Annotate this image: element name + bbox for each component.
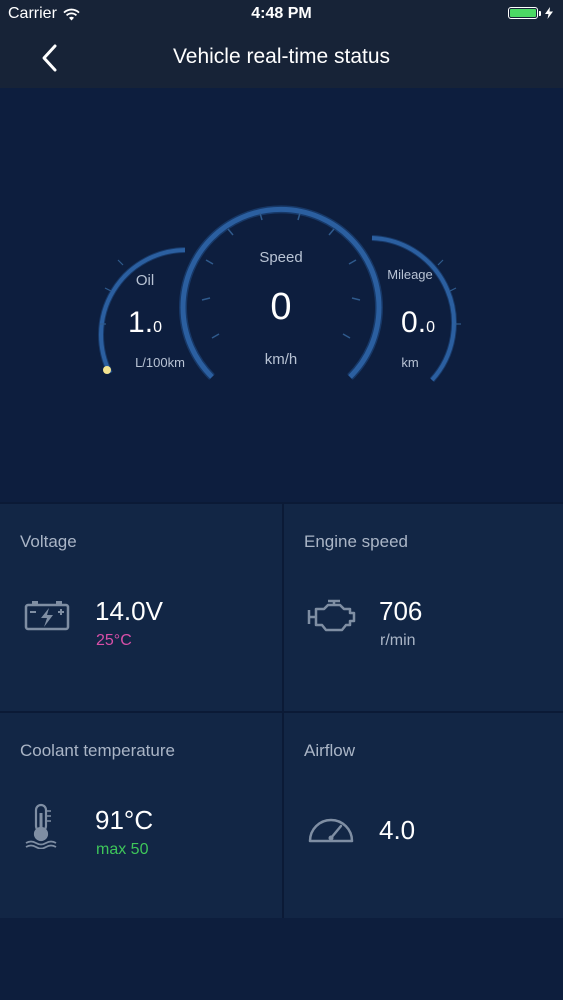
airflow-title: Airflow [304,741,356,760]
mileage-unit: km [401,355,419,370]
nav-bar: Vehicle real-time status [0,28,563,88]
battery-level-fill [510,9,536,17]
speedometer-icon [308,818,354,843]
oil-unit: L/100km [135,355,185,370]
voltage-value: 14.0V [95,596,163,626]
charging-icon [545,7,553,19]
coolant-sub: max 50 [96,841,149,858]
speed-value: 0 [270,286,292,328]
coolant-title: Coolant temperature [20,741,175,760]
airflow-tile: Airflow 4.0 [284,713,563,918]
battery-tip [539,10,541,16]
gauge-panel: Oil 1.0 L/100km Speed 0 km/h Mileage 0.0… [0,88,563,502]
oil-value-dec: 0 [153,319,162,336]
voltage-title: Voltage [20,532,77,551]
battery-icon [24,601,70,631]
bottom-area [0,918,563,1000]
engine-speed-value: 706 [379,596,423,626]
thermometer-icon [25,803,57,849]
mileage-label: Mileage [387,267,433,282]
voltage-sub: 25°C [96,632,132,649]
oil-label: Oil [135,272,155,289]
engine-speed-tile: Engine speed 706 r/min [284,504,563,711]
engine-speed-title: Engine speed [304,532,408,551]
airflow-value: 4.0 [379,815,416,845]
voltage-tile: Voltage 14.0V 25°C [0,504,282,711]
coolant-tile: Coolant temperature 91°C max 50 [0,713,282,918]
engine-icon [307,599,356,632]
speed-unit: km/h [264,351,298,368]
status-time: 4:48 PM [251,5,312,22]
coolant-value: 91°C [95,805,154,835]
mileage-value-int: 0. [401,306,427,339]
mileage-value-dec: 0 [426,319,435,336]
oil-value: 1.0 [110,306,180,340]
engine-speed-unit: r/min [380,632,416,649]
oil-value-int: 1. [128,306,154,339]
status-right [508,7,553,19]
page-title: Vehicle real-time status [172,45,391,68]
battery-icon [508,7,538,19]
speed-label: Speed [259,249,303,266]
mileage-value: 0.0 [383,306,453,340]
status-bar: Carrier 4:48 PM [0,0,563,28]
oil-indicator-dot [103,366,111,374]
